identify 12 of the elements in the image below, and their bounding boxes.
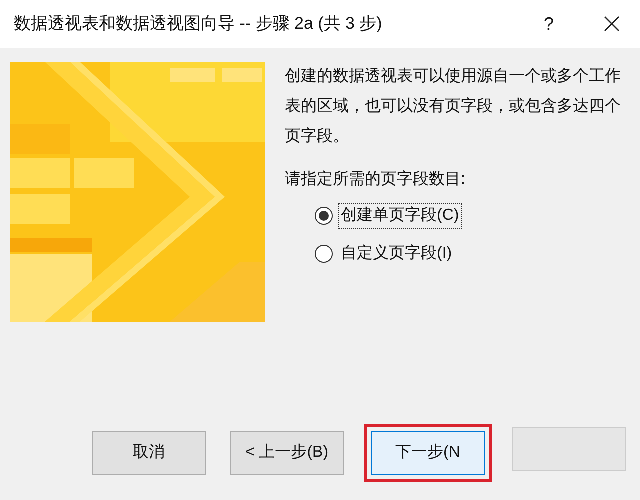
- help-button[interactable]: ?: [534, 10, 564, 38]
- dialog-button[interactable]: < 上一步(B): [230, 430, 344, 474]
- option-label[interactable]: 创建单页字段(C): [339, 204, 462, 228]
- dialog-button[interactable]: 下一步(N: [371, 430, 485, 474]
- dialog-button[interactable]: 取消: [92, 430, 206, 474]
- description-text: 创建的数据透视表可以使用源自一个或多个工作表的区域，也可以没有页字段，或包含多达四个页字段。: [285, 66, 622, 147]
- close-icon[interactable]: [604, 16, 620, 32]
- radio-button[interactable]: [315, 207, 333, 225]
- radio-button[interactable]: [315, 245, 333, 263]
- prompt-text: 请指定所需的页字段数目:: [285, 170, 466, 190]
- option-label[interactable]: 自定义页字段(I): [339, 242, 454, 266]
- window-title: 数据透视表和数据透视图向导 -- 步骤 2a (共 3 步): [14, 13, 384, 36]
